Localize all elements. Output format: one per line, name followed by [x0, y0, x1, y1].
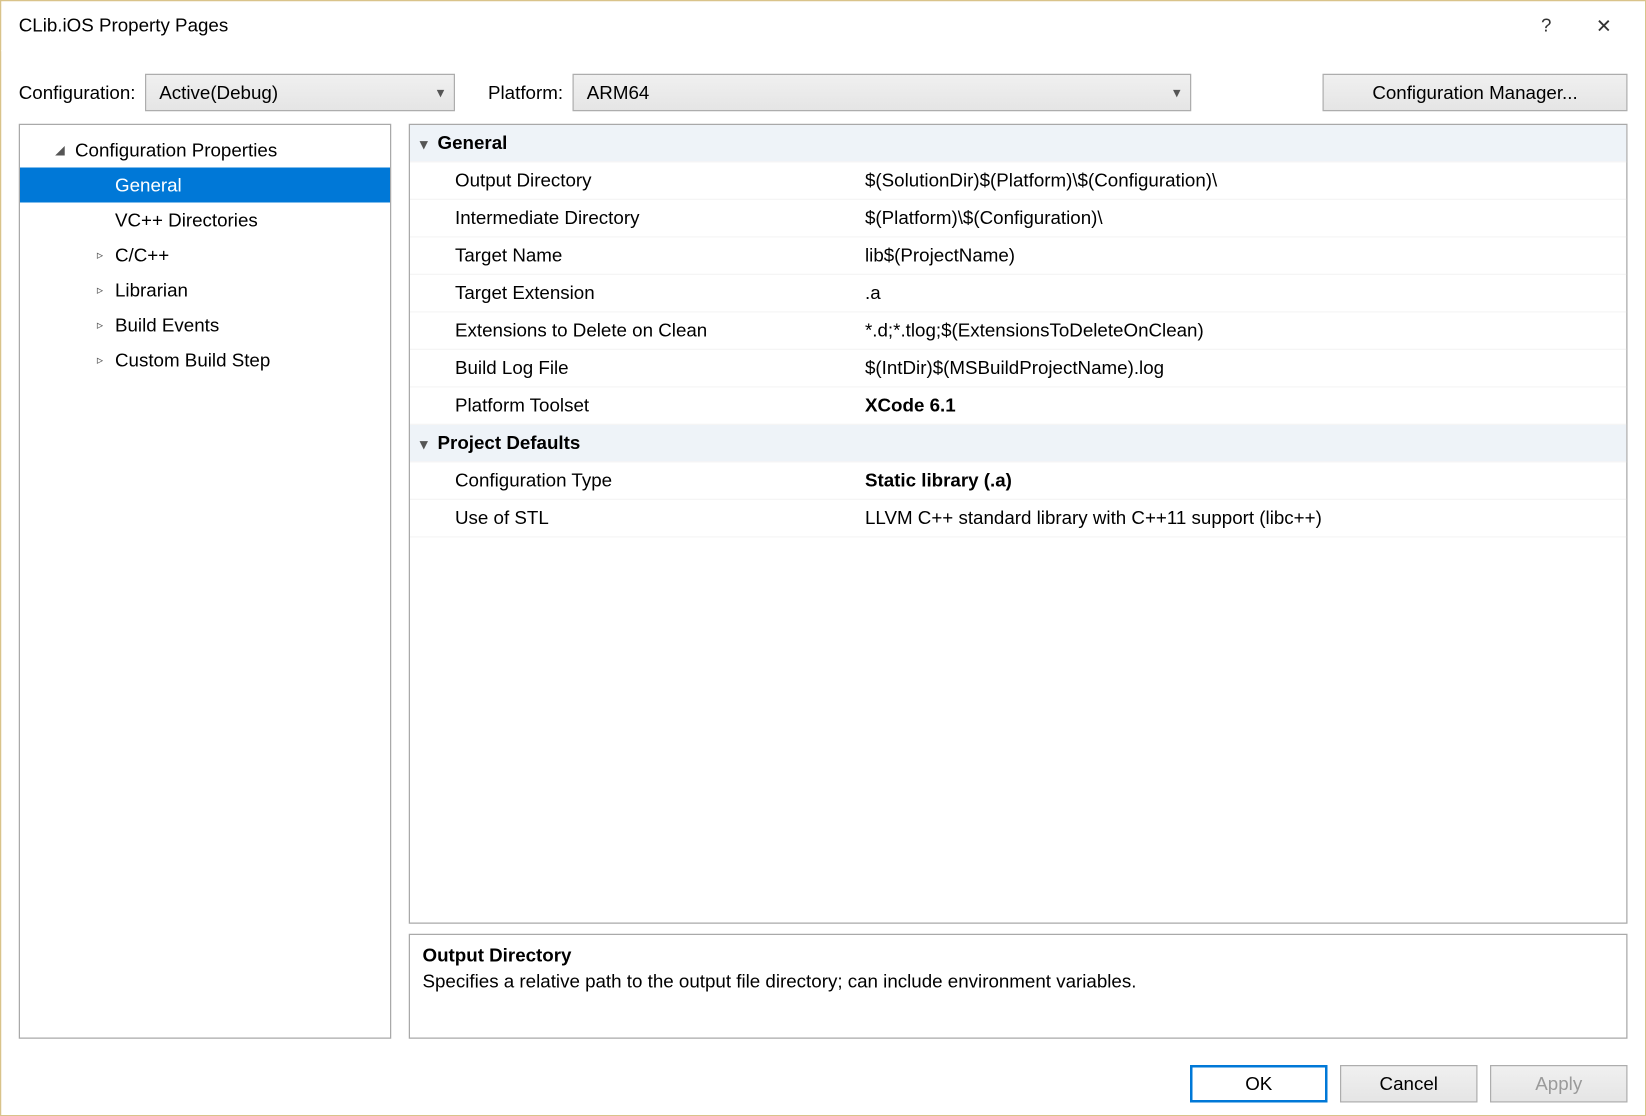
- tree-item-librarian[interactable]: ▹ Librarian: [20, 273, 390, 308]
- config-manager-button[interactable]: Configuration Manager...: [1323, 74, 1628, 112]
- prop-value[interactable]: $(SolutionDir)$(Platform)\$(Configuratio…: [860, 170, 1626, 191]
- prop-key: Use of STL: [410, 508, 860, 529]
- chevron-right-icon: ▹: [90, 283, 110, 297]
- nav-tree[interactable]: ◢ Configuration Properties General VC++ …: [19, 124, 392, 1039]
- tree-item-general[interactable]: General: [20, 168, 390, 203]
- prop-key: Intermediate Directory: [410, 208, 860, 229]
- configuration-value: Active(Debug): [159, 82, 278, 103]
- prop-use-of-stl[interactable]: Use of STL LLVM C++ standard library wit…: [410, 500, 1626, 538]
- category-general[interactable]: ▾ General: [410, 125, 1626, 163]
- tree-item-custom-build-step[interactable]: ▹ Custom Build Step: [20, 343, 390, 378]
- prop-target-extension[interactable]: Target Extension .a: [410, 275, 1626, 313]
- tree-item-label: VC++ Directories: [115, 209, 258, 230]
- chevron-down-icon: ◢: [50, 143, 70, 157]
- prop-key: Configuration Type: [410, 470, 860, 491]
- prop-build-log-file[interactable]: Build Log File $(IntDir)$(MSBuildProject…: [410, 350, 1626, 388]
- prop-key: Target Extension: [410, 283, 860, 304]
- prop-configuration-type[interactable]: Configuration Type Static library (.a): [410, 463, 1626, 501]
- prop-extensions-delete-on-clean[interactable]: Extensions to Delete on Clean *.d;*.tlog…: [410, 313, 1626, 351]
- prop-value[interactable]: *.d;*.tlog;$(ExtensionsToDeleteOnClean): [860, 320, 1626, 341]
- tree-item-label: General: [115, 174, 182, 195]
- tree-item-vcpp-directories[interactable]: VC++ Directories: [20, 203, 390, 238]
- prop-value[interactable]: Static library (.a): [860, 470, 1626, 491]
- prop-key: Platform Toolset: [410, 395, 860, 416]
- description-heading: Output Directory: [423, 945, 1614, 966]
- prop-value[interactable]: $(IntDir)$(MSBuildProjectName).log: [860, 358, 1626, 379]
- prop-output-directory[interactable]: Output Directory $(SolutionDir)$(Platfor…: [410, 163, 1626, 201]
- description-panel: Output Directory Specifies a relative pa…: [409, 934, 1628, 1039]
- tree-item-label: Configuration Properties: [75, 139, 277, 160]
- configuration-label: Configuration:: [19, 82, 136, 103]
- prop-value[interactable]: lib$(ProjectName): [860, 245, 1626, 266]
- platform-label: Platform:: [488, 82, 563, 103]
- chevron-down-icon: ▾: [420, 134, 428, 152]
- chevron-right-icon: ▹: [90, 353, 110, 367]
- config-toolbar: Configuration: Active(Debug) ▾ Platform:…: [1, 51, 1645, 124]
- tree-item-label: Librarian: [115, 279, 188, 300]
- chevron-right-icon: ▹: [90, 248, 110, 262]
- tree-item-label: Custom Build Step: [115, 349, 270, 370]
- prop-intermediate-directory[interactable]: Intermediate Directory $(Platform)\$(Con…: [410, 200, 1626, 238]
- description-body: Specifies a relative path to the output …: [423, 971, 1614, 992]
- category-project-defaults[interactable]: ▾ Project Defaults: [410, 425, 1626, 463]
- dialog-footer: OK Cancel Apply: [1190, 1065, 1628, 1103]
- configuration-dropdown[interactable]: Active(Debug) ▾: [146, 74, 456, 112]
- titlebar: CLib.iOS Property Pages ? ✕: [1, 1, 1645, 51]
- tree-item-label: C/C++: [115, 244, 169, 265]
- prop-value[interactable]: .a: [860, 283, 1626, 304]
- window-title: CLib.iOS Property Pages: [19, 15, 1518, 36]
- cancel-button[interactable]: Cancel: [1340, 1065, 1478, 1103]
- tree-item-configuration-properties[interactable]: ◢ Configuration Properties: [20, 133, 390, 168]
- close-button[interactable]: ✕: [1575, 6, 1633, 46]
- apply-button[interactable]: Apply: [1490, 1065, 1628, 1103]
- prop-key: Output Directory: [410, 170, 860, 191]
- chevron-down-icon: ▾: [1173, 84, 1181, 102]
- tree-item-build-events[interactable]: ▹ Build Events: [20, 308, 390, 343]
- prop-key: Extensions to Delete on Clean: [410, 320, 860, 341]
- category-label: Project Defaults: [438, 433, 581, 454]
- chevron-down-icon: ▾: [437, 84, 445, 102]
- category-label: General: [438, 133, 508, 154]
- prop-key: Build Log File: [410, 358, 860, 379]
- ok-button[interactable]: OK: [1190, 1065, 1328, 1103]
- prop-value[interactable]: $(Platform)\$(Configuration)\: [860, 208, 1626, 229]
- tree-item-c-cpp[interactable]: ▹ C/C++: [20, 238, 390, 273]
- help-button[interactable]: ?: [1518, 6, 1576, 46]
- platform-dropdown[interactable]: ARM64 ▾: [573, 74, 1192, 112]
- chevron-down-icon: ▾: [420, 434, 428, 452]
- prop-platform-toolset[interactable]: Platform Toolset XCode 6.1: [410, 388, 1626, 426]
- prop-value[interactable]: XCode 6.1: [860, 395, 1626, 416]
- chevron-right-icon: ▹: [90, 318, 110, 332]
- prop-key: Target Name: [410, 245, 860, 266]
- platform-value: ARM64: [587, 82, 650, 103]
- tree-item-label: Build Events: [115, 314, 219, 335]
- prop-target-name[interactable]: Target Name lib$(ProjectName): [410, 238, 1626, 276]
- property-grid[interactable]: ▾ General Output Directory $(SolutionDir…: [409, 124, 1628, 924]
- prop-value[interactable]: LLVM C++ standard library with C++11 sup…: [860, 508, 1626, 529]
